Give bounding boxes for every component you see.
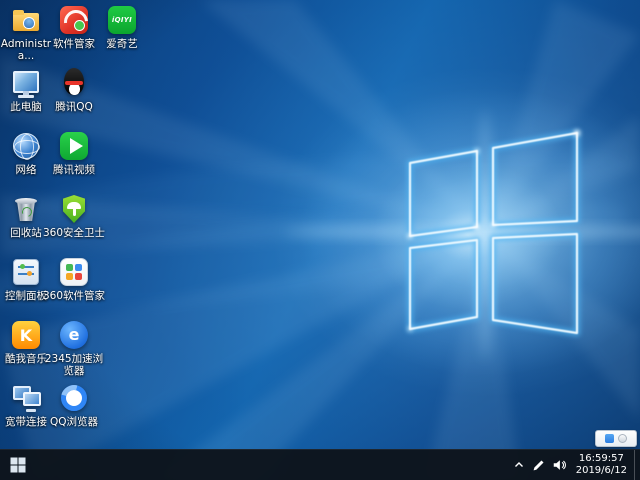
desktop-icon-label: 腾讯视频	[42, 164, 106, 176]
desktop-icon-broadband-connection[interactable]: 宽带连接	[2, 382, 50, 445]
desktop-icon-360-safety-guard[interactable]: 360安全卫士	[50, 193, 98, 256]
recycle-bin-icon	[10, 193, 42, 225]
windows-logo-icon	[10, 457, 26, 473]
tencent-qq-icon	[58, 67, 90, 99]
iqiyi-icon: iQIYI	[106, 4, 138, 36]
user-folder-icon	[10, 4, 42, 36]
floating-toolbar-settings-icon[interactable]	[618, 434, 627, 443]
start-button[interactable]	[0, 450, 36, 480]
volume-tray-button[interactable]	[549, 450, 569, 480]
desktop-icon-tencent-video[interactable]: 腾讯视频	[50, 130, 98, 193]
desktop-icon-grid: Administra... 软件管家 iQIYI 爱奇艺 此电脑 腾讯QQ 网络…	[2, 4, 146, 445]
pen-input-tray-button[interactable]	[529, 450, 549, 480]
floating-toolbar[interactable]	[595, 430, 637, 447]
qq-browser-icon	[58, 382, 90, 414]
desktop-icon-qq-browser[interactable]: QQ浏览器	[50, 382, 98, 445]
this-pc-icon	[10, 67, 42, 99]
2345-browser-icon: e	[58, 319, 90, 351]
desktop-icon-label: 2345加速浏览器	[42, 353, 106, 377]
speaker-icon	[552, 458, 566, 472]
desktop-icon-label: QQ浏览器	[42, 416, 106, 428]
desktop-icon-this-pc[interactable]: 此电脑	[2, 67, 50, 130]
hidden-icons-button[interactable]	[509, 450, 529, 480]
pen-icon	[532, 459, 545, 472]
desktop-icon-recycle-bin[interactable]: 回收站	[2, 193, 50, 256]
desktop-icon-software-manager[interactable]: 软件管家	[50, 4, 98, 67]
desktop-icon-tencent-qq[interactable]: 腾讯QQ	[50, 67, 98, 130]
desktop-icon-360-software-manager[interactable]: 360软件管家	[50, 256, 98, 319]
system-tray: 16:59:57 2019/6/12	[509, 450, 640, 480]
control-panel-icon	[10, 256, 42, 288]
taskbar: 16:59:57 2019/6/12	[0, 449, 640, 480]
desktop-icon-label: 腾讯QQ	[42, 101, 106, 113]
desktop-icon-user-folder[interactable]: Administra...	[2, 4, 50, 67]
chevron-up-icon	[513, 459, 525, 471]
desktop-icon-label: 360软件管家	[42, 290, 106, 302]
desktop-icon-label: 360安全卫士	[42, 227, 106, 239]
desktop-icon-2345-browser[interactable]: e 2345加速浏览器	[50, 319, 98, 382]
taskbar-clock[interactable]: 16:59:57 2019/6/12	[569, 453, 634, 477]
360-software-manager-icon	[58, 256, 90, 288]
desktop-icon-network[interactable]: 网络	[2, 130, 50, 193]
broadband-connection-icon	[10, 382, 42, 414]
desktop-icon-label: 爱奇艺	[90, 38, 154, 50]
desktop-screen: Administra... 软件管家 iQIYI 爱奇艺 此电脑 腾讯QQ 网络…	[0, 0, 640, 480]
kuwo-music-icon: K	[10, 319, 42, 351]
desktop-icon-control-panel[interactable]: 控制面板	[2, 256, 50, 319]
software-manager-icon	[58, 4, 90, 36]
clock-time: 16:59:57	[576, 453, 627, 465]
clock-date: 2019/6/12	[576, 465, 627, 477]
desktop-icon-iqiyi[interactable]: iQIYI 爱奇艺	[98, 4, 146, 67]
tencent-video-icon	[58, 130, 90, 162]
network-icon	[10, 130, 42, 162]
360-safety-guard-icon	[58, 193, 90, 225]
floating-toolbar-app-icon[interactable]	[605, 434, 614, 443]
show-desktop-button[interactable]	[634, 450, 640, 480]
